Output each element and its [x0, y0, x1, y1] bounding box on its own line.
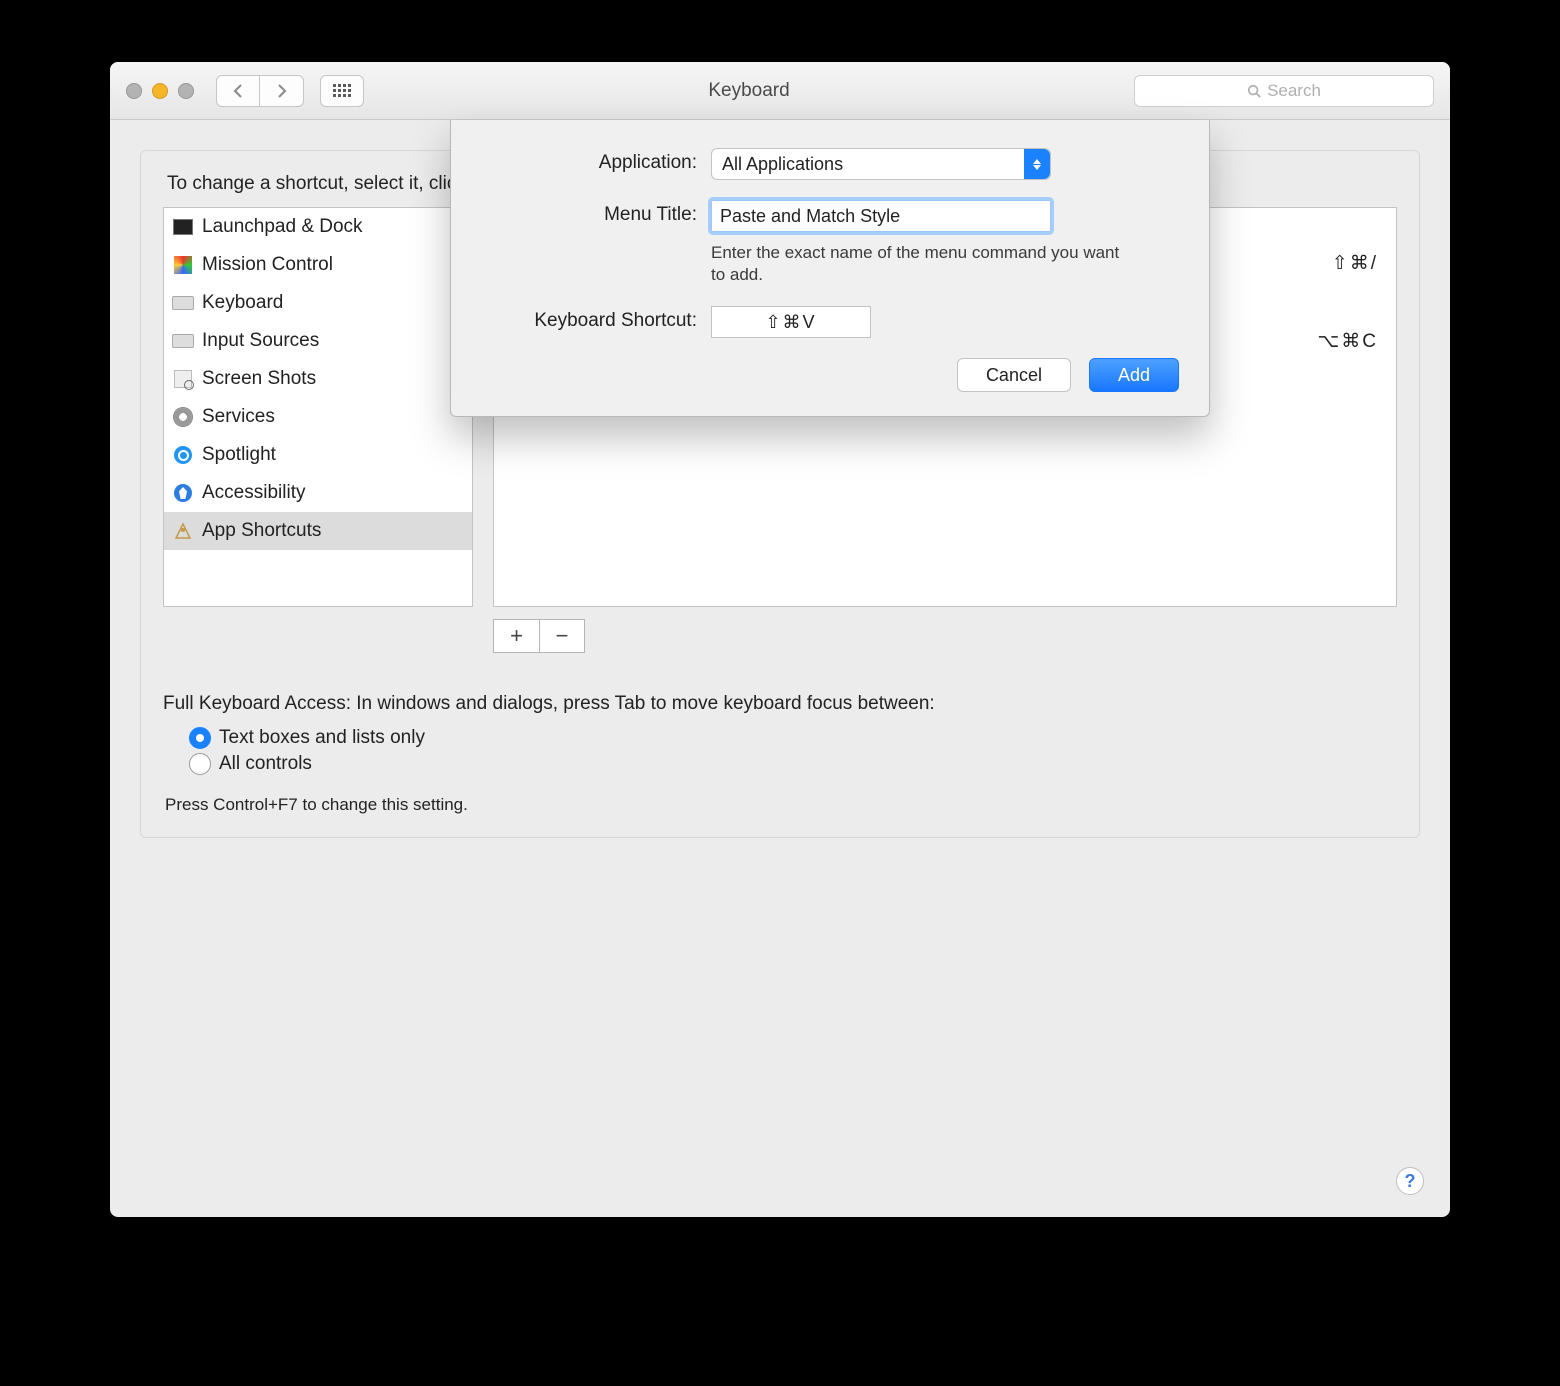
radio-text-boxes[interactable]: Text boxes and lists only: [189, 727, 1397, 749]
window-title: Keyboard: [376, 80, 1122, 102]
forward-button[interactable]: [260, 75, 304, 107]
category-label: Keyboard: [202, 292, 283, 314]
grid-icon: [333, 84, 351, 97]
application-label: Application:: [481, 148, 711, 174]
app-shortcuts-icon: [172, 520, 194, 542]
category-mission-control[interactable]: Mission Control: [164, 246, 472, 284]
category-label: Accessibility: [202, 482, 305, 504]
radio-icon: [189, 753, 211, 775]
gear-icon: [172, 406, 194, 428]
remove-shortcut-button[interactable]: −: [539, 619, 585, 653]
preferences-window: Keyboard Search To change a shortcut, se…: [110, 62, 1450, 1217]
category-label: Screen Shots: [202, 368, 316, 390]
shortcut-keys[interactable]: ⌥⌘C: [1317, 330, 1378, 353]
category-app-shortcuts[interactable]: App Shortcuts: [164, 512, 472, 550]
mission-control-icon: [172, 254, 194, 276]
search-placeholder: Search: [1267, 81, 1321, 101]
close-window-button[interactable]: [126, 83, 142, 99]
category-keyboard[interactable]: Keyboard: [164, 284, 472, 322]
menu-title-input[interactable]: [711, 200, 1051, 232]
radio-all-controls[interactable]: All controls: [189, 753, 1397, 775]
category-label: Input Sources: [202, 330, 319, 352]
screenshot-icon: [172, 368, 194, 390]
cancel-button[interactable]: Cancel: [957, 358, 1071, 392]
accessibility-icon: [172, 482, 194, 504]
category-label: Mission Control: [202, 254, 333, 276]
radio-label: Text boxes and lists only: [219, 727, 425, 749]
menu-title-help: Enter the exact name of the menu command…: [711, 242, 1131, 286]
application-select[interactable]: All Applications: [711, 148, 1051, 180]
full-keyboard-access-label: Full Keyboard Access: In windows and dia…: [163, 693, 1397, 715]
radio-label: All controls: [219, 753, 312, 775]
keyboard-icon: [172, 330, 194, 352]
category-label: App Shortcuts: [202, 520, 321, 542]
category-label: Services: [202, 406, 275, 428]
traffic-lights: [126, 83, 194, 99]
show-all-button[interactable]: [320, 75, 364, 107]
category-screen-shots[interactable]: Screen Shots: [164, 360, 472, 398]
category-spotlight[interactable]: Spotlight: [164, 436, 472, 474]
titlebar: Keyboard Search: [110, 62, 1450, 120]
footnote: Press Control+F7 to change this setting.: [165, 795, 1397, 815]
keyboard-shortcut-input[interactable]: [711, 306, 871, 338]
add-shortcut-button[interactable]: +: [493, 619, 539, 653]
back-button[interactable]: [216, 75, 260, 107]
help-button[interactable]: ?: [1396, 1167, 1424, 1195]
application-value: All Applications: [722, 154, 843, 175]
category-label: Spotlight: [202, 444, 276, 466]
launchpad-icon: [172, 216, 194, 238]
search-icon: [1247, 84, 1261, 98]
zoom-window-button[interactable]: [178, 83, 194, 99]
category-services[interactable]: Services: [164, 398, 472, 436]
radio-icon: [189, 727, 211, 749]
category-launchpad[interactable]: Launchpad & Dock: [164, 208, 472, 246]
add-remove-buttons: + −: [493, 619, 1397, 653]
add-shortcut-sheet: Application: All Applications Menu Title…: [450, 120, 1210, 417]
category-label: Launchpad & Dock: [202, 216, 363, 238]
keyboard-shortcut-label: Keyboard Shortcut:: [481, 306, 711, 332]
minimize-window-button[interactable]: [152, 83, 168, 99]
nav-buttons: [216, 75, 304, 107]
category-input-sources[interactable]: Input Sources: [164, 322, 472, 360]
menu-title-label: Menu Title:: [481, 200, 711, 226]
spotlight-icon: [172, 444, 194, 466]
keyboard-icon: [172, 292, 194, 314]
category-list[interactable]: Launchpad & Dock Mission Control Keyboar…: [163, 207, 473, 607]
search-input[interactable]: Search: [1134, 75, 1434, 107]
shortcut-keys[interactable]: ⇧⌘/: [1332, 252, 1378, 275]
add-button[interactable]: Add: [1089, 358, 1179, 392]
chevron-up-down-icon: [1024, 149, 1050, 179]
category-accessibility[interactable]: Accessibility: [164, 474, 472, 512]
